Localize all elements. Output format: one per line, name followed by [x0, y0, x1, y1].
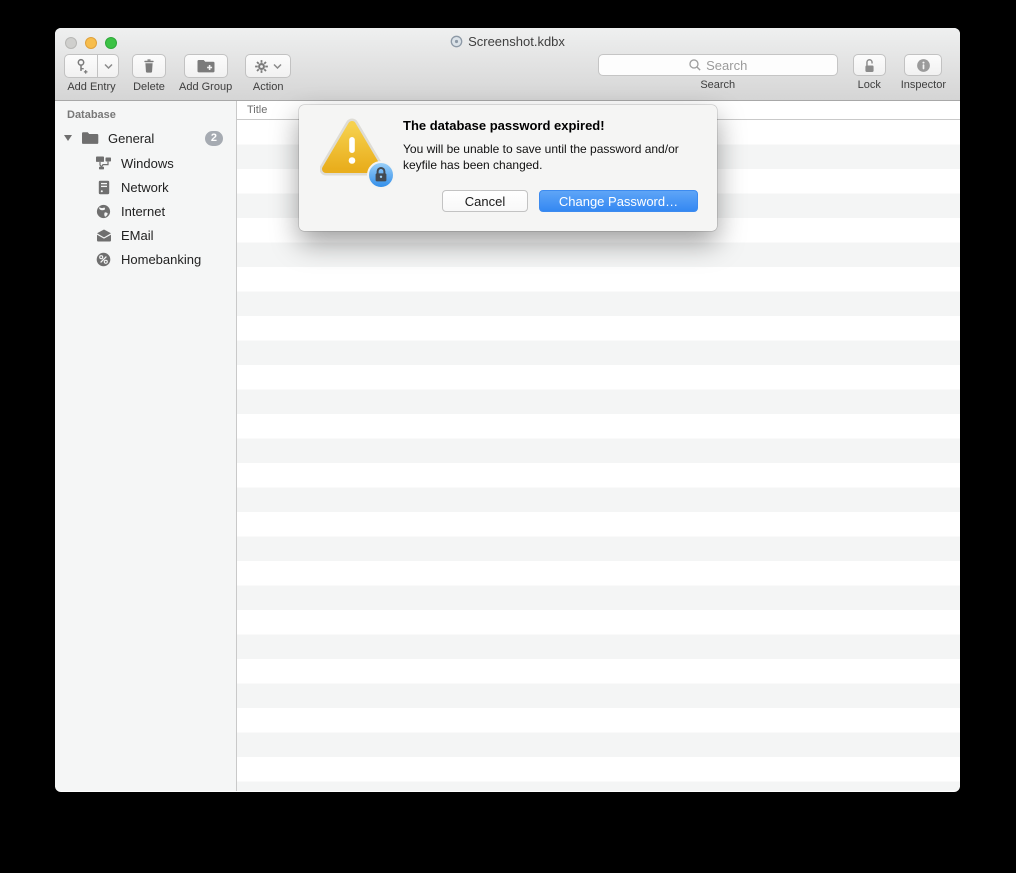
- change-password-button[interactable]: Change Password…: [539, 190, 698, 212]
- action-control: Action: [245, 54, 292, 93]
- dialog-message: You will be unable to save until the pas…: [403, 142, 679, 172]
- cancel-button[interactable]: Cancel: [442, 190, 528, 212]
- key-plus-icon: [77, 58, 88, 74]
- network-computers-icon: [96, 156, 111, 170]
- server-icon: [98, 180, 109, 194]
- chevron-down-icon: [273, 63, 282, 69]
- delete-control: Delete: [132, 54, 166, 93]
- add-entry-button[interactable]: [64, 54, 98, 78]
- inspector-control: Inspector: [901, 54, 946, 91]
- inspector-button[interactable]: [904, 54, 943, 76]
- trash-icon: [144, 59, 154, 73]
- sidebar: Database General 2 Windows Network Inter…: [55, 101, 237, 791]
- envelope-icon: [96, 229, 111, 241]
- sidebar-item-email[interactable]: EMail: [55, 223, 236, 247]
- toolbar: Screenshot.kdbx Add Entry Delete Add Gro…: [55, 28, 960, 101]
- open-padlock-icon: [865, 58, 874, 72]
- dialog-title: The database password expired!: [403, 118, 605, 133]
- inspector-label: Inspector: [900, 79, 946, 91]
- add-entry-label: Add Entry: [67, 81, 116, 93]
- gear-icon: [255, 59, 269, 73]
- sidebar-item-label: EMail: [121, 227, 154, 243]
- sidebar-item-general[interactable]: General 2: [55, 125, 236, 151]
- toolbar-right-group: Search Search Lock Inspector: [597, 54, 946, 91]
- lock-label: Lock: [857, 79, 881, 91]
- sidebar-item-network[interactable]: Network: [55, 175, 236, 199]
- magnifier-icon: [689, 59, 701, 71]
- sidebar-item-label: Homebanking: [121, 251, 202, 267]
- action-button[interactable]: [245, 54, 292, 78]
- window-title-text: Screenshot.kdbx: [468, 34, 565, 49]
- document-proxy-icon: [450, 35, 463, 48]
- folder-icon: [82, 132, 99, 144]
- add-entry-dropdown-button[interactable]: [98, 54, 119, 78]
- search-label: Search: [700, 79, 736, 91]
- sidebar-item-homebanking[interactable]: Homebanking: [55, 247, 236, 271]
- entry-count-badge: 2: [204, 130, 223, 146]
- disclosure-triangle-icon[interactable]: [64, 135, 72, 141]
- sidebar-item-label: Internet: [121, 203, 166, 219]
- warning-triangle-lock-icon: [319, 118, 395, 189]
- toolbar-left-group: Add Entry Delete Add Group Action: [64, 54, 292, 93]
- sidebar-section-header: Database: [67, 109, 116, 121]
- search-input[interactable]: Search: [597, 54, 838, 76]
- percent-icon: [96, 252, 111, 266]
- info-icon: [917, 58, 930, 72]
- chevron-down-icon: [103, 63, 113, 69]
- add-group-button[interactable]: [183, 54, 228, 78]
- sidebar-item-internet[interactable]: Internet: [55, 199, 236, 223]
- lock-button[interactable]: [852, 54, 886, 76]
- password-expired-dialog: The database password expired! You will …: [299, 105, 717, 231]
- search-control: Search Search: [597, 54, 838, 91]
- add-entry-control: Add Entry: [64, 54, 119, 93]
- sidebar-item-label: Windows: [121, 155, 174, 171]
- search-placeholder: Search: [706, 57, 748, 73]
- folder-plus-icon: [197, 60, 215, 73]
- window-title: Screenshot.kdbx: [55, 34, 960, 49]
- delete-button[interactable]: [132, 54, 166, 78]
- sidebar-item-label: Network: [121, 179, 169, 195]
- delete-label: Delete: [133, 81, 165, 93]
- globe-icon: [96, 204, 111, 218]
- add-group-control: Add Group: [179, 54, 232, 93]
- sidebar-item-windows[interactable]: Windows: [55, 151, 236, 175]
- action-label: Action: [252, 81, 284, 93]
- lock-control: Lock: [852, 54, 886, 91]
- sidebar-item-label: General: [108, 130, 155, 146]
- add-group-label: Add Group: [179, 81, 233, 93]
